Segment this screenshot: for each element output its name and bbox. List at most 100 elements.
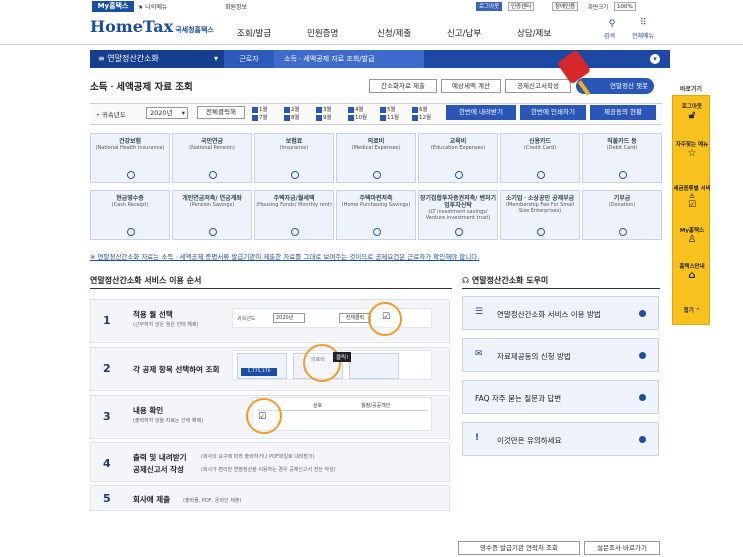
month-checkbox-5[interactable]: 5월: [380, 105, 396, 113]
search-icon: [373, 228, 381, 236]
category-2[interactable]: 국민연금 (National Pension): [172, 133, 252, 183]
month-checkbox-10[interactable]: 10월: [348, 113, 367, 121]
month-checkbox-7[interactable]: 7월: [252, 113, 268, 121]
category-6[interactable]: 신용카드 (Credit Card): [500, 133, 580, 183]
help-item-4[interactable]: ! 이것만은 유의하세요: [462, 422, 659, 456]
download-all-button[interactable]: 한번에 내려받기: [446, 105, 516, 120]
help-title: ☊ 연말정산간소화 도우미: [462, 276, 549, 285]
search-icon: [291, 228, 299, 236]
submit-simplified-button[interactable]: 간소화자료 제출: [369, 79, 437, 93]
sidebar-my-hometax[interactable]: My홈택스 ♙: [673, 226, 711, 245]
lock-icon: 🔓︎: [688, 110, 696, 121]
checkbox-icon: ☑: [382, 312, 391, 322]
month-checkbox-9[interactable]: 9월: [316, 113, 332, 121]
search-icon: [537, 171, 545, 179]
all-menu-icon[interactable]: ⠿: [640, 18, 647, 28]
month-checkbox-11[interactable]: 11월: [380, 113, 399, 121]
home-icon: ⌂: [688, 270, 696, 281]
sidebar-hometax-guide[interactable]: 홈택스안내 ⌂: [673, 262, 711, 281]
month-checkbox-6[interactable]: 6월: [412, 105, 428, 113]
step-5: 5 회사에 제출 (출력물, PDF, 온라인 제출): [90, 485, 450, 511]
star-icon: ☆: [687, 148, 697, 159]
category-9[interactable]: 개인연금저축/ 연금계좌 (Pension Savings): [172, 190, 252, 240]
month-checkbox-1[interactable]: 1월: [252, 105, 268, 113]
category-3[interactable]: 보험료 (Insurance): [254, 133, 334, 183]
notice-text[interactable]: ※ 연말정산간소화 자료는 소득ㆍ세액공제 증명서류 발급기관이 제출한 자료를…: [90, 251, 479, 261]
search-icon: [127, 171, 135, 179]
sidebar-logout[interactable]: 로그아웃 🔓︎: [673, 102, 711, 121]
search-icon: [619, 171, 627, 179]
print-all-button[interactable]: 한번에 인쇄하기: [520, 105, 586, 120]
nav-menu-select[interactable]: ≡ 연말정산간소화 ▾: [90, 50, 224, 68]
issuer-contact-button[interactable]: 영수증 발급기관 연락처 조회: [458, 541, 580, 555]
my-menu-link[interactable]: ★ 나의메뉴: [138, 2, 167, 11]
all-menu-label[interactable]: 전체메뉴: [632, 31, 654, 40]
help-item-3[interactable]: FAQ 자주 묻는 질문과 답변: [462, 380, 659, 414]
click-tooltip: 클릭!: [333, 352, 352, 362]
zoom-label: 화면크기: [588, 5, 609, 11]
select-all-button[interactable]: 전체클릭해: [197, 106, 245, 119]
disability-chip[interactable]: 장애인용: [552, 2, 579, 11]
help-divider: [462, 288, 660, 289]
search-icon: [373, 171, 381, 179]
expand-nav-icon[interactable]: ▾: [650, 54, 660, 64]
nav-crumb-worker[interactable]: 근로자: [224, 50, 274, 68]
expected-tax-button[interactable]: 예상세액 계산: [441, 79, 501, 93]
arrow-icon: [639, 436, 646, 443]
steps-title: 연말정산간소화 서비스 이용 순서: [90, 276, 202, 285]
search-icon: [291, 171, 299, 179]
gnb-item-5[interactable]: 상담/제보: [517, 27, 551, 39]
page-title: 소득ㆍ세액공제 자료 조회: [90, 82, 193, 93]
step1-illustration: 귀속년도 2020년 전체클릭: [232, 308, 432, 328]
help-item-1[interactable]: ☰ 연말정산간소화 서비스 이용 방법: [462, 296, 659, 330]
category-14[interactable]: 기부금 (Donation): [582, 190, 662, 240]
month-checkbox-12[interactable]: 12월: [412, 113, 431, 121]
arrow-icon: [639, 310, 646, 317]
category-11[interactable]: 주택마련저축 (Home Purchasing Savings): [336, 190, 416, 240]
doc-icon: ☰: [475, 307, 484, 317]
my-hometax-button[interactable]: My홈택스: [92, 1, 134, 12]
gnb-item-4[interactable]: 신고/납부: [447, 27, 481, 39]
sidebar-favorite-menu[interactable]: 자주찾는 메뉴 ☆: [673, 140, 711, 159]
month-checkbox-3[interactable]: 3월: [316, 105, 332, 113]
sidebar-collapse[interactable]: 접기 ^: [673, 306, 711, 314]
month-checkbox-8[interactable]: 8월: [284, 113, 300, 121]
help-item-2[interactable]: ✉ 자료제공동의 신청 방법: [462, 338, 659, 372]
consent-status-button[interactable]: 제공동의 현황: [590, 105, 656, 120]
search-icon: [209, 228, 217, 236]
search-icon: [619, 228, 627, 236]
search-label[interactable]: 검색: [604, 31, 615, 40]
deduction-form-button[interactable]: 공제신고서작성: [505, 79, 571, 93]
category-4[interactable]: 의료비 (Medical Expenses): [336, 133, 416, 183]
sidebar-title: 바로가기: [679, 86, 703, 93]
nav-crumb-current[interactable]: 소득ㆍ세액공제 자료 조회/발급: [274, 50, 424, 68]
month-checkbox-2[interactable]: 2월: [284, 105, 300, 113]
headset-icon: ☊: [462, 276, 472, 285]
gnb-item-1[interactable]: 조회/발급: [237, 27, 271, 39]
search-icon[interactable]: ⚲: [606, 19, 618, 29]
highlight-circle-2: [303, 344, 341, 382]
year-label: • 귀속년도: [96, 111, 126, 119]
category-grid: 건강보험 (National Health Insurance) 국민연금 (Nati…: [90, 133, 662, 243]
gnb-item-3[interactable]: 신청/제출: [377, 27, 411, 39]
gnb-item-2[interactable]: 민원증명: [307, 27, 338, 39]
month-checkbox-4[interactable]: 4월: [348, 105, 364, 113]
category-7[interactable]: 직불카드 등 (Debit Card): [582, 133, 662, 183]
logout-chip[interactable]: 로그아웃: [476, 2, 503, 11]
zoom-value[interactable]: 100%: [614, 2, 636, 11]
cert-center-chip[interactable]: 인증센터: [508, 2, 535, 11]
member-info-link[interactable]: 회원정보: [225, 2, 247, 11]
category-1[interactable]: 건강보험 (National Health Insurance): [90, 133, 170, 183]
search-icon: [209, 171, 217, 179]
arrow-icon: [639, 352, 646, 359]
sidebar-tax-service[interactable]: 세금종류별 서비스 ☑: [673, 184, 711, 210]
category-10[interactable]: 주택자금/월세액 (Housing Funds/ Monthly rent): [254, 190, 334, 240]
search-icon: [455, 228, 463, 236]
category-8[interactable]: 현금영수증 (Cash Receipt): [90, 190, 170, 240]
category-13[interactable]: 소기업ㆍ소상공인 공제부금 (Membership Fee For Small S…: [500, 190, 580, 240]
category-12[interactable]: 장기집합투자증권저축/ 벤처기업투자신탁 (LT investment savin…: [418, 190, 498, 240]
hometax-logo[interactable]: HomeTax 국세청홈택스: [90, 17, 214, 36]
category-5[interactable]: 교육비 (Education Expenses): [418, 133, 498, 183]
survey-button[interactable]: 설문조사 바로가기: [584, 541, 660, 555]
year-select[interactable]: 2020년 ▾: [146, 107, 188, 119]
